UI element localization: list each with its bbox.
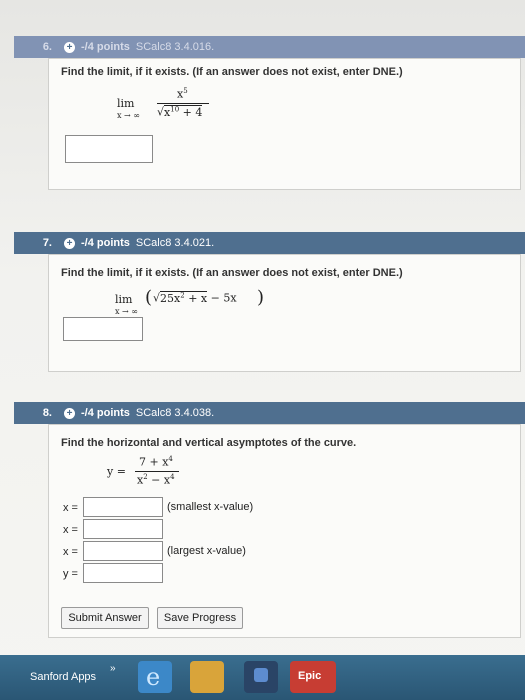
denominator: x2 − x4	[137, 473, 175, 487]
row-label: y =	[63, 568, 78, 580]
lim-label: lim	[115, 293, 133, 306]
question-code: SCalc8 3.4.016.	[135, 41, 215, 53]
fraction-bar	[157, 103, 209, 104]
expand-icon[interactable]: +	[64, 41, 75, 53]
epic-icon[interactable]: Epic	[290, 661, 336, 693]
question-6-header: 6. + -/4 points SCalc8 3.4.016.	[14, 36, 525, 58]
prompt-text: Find the limit, if it exists. (If an ans…	[61, 267, 403, 279]
radicand-exponent: 10	[170, 105, 180, 113]
sanford-apps-label[interactable]: Sanford Apps	[30, 671, 96, 683]
den-b-exponent: 4	[170, 473, 175, 481]
windows-taskbar: Sanford Apps » e Epic	[0, 655, 525, 700]
answer-input[interactable]	[65, 135, 153, 163]
question-prompt: Find the limit, if it exists. (If an ans…	[61, 66, 403, 78]
question-number: 7.	[42, 237, 52, 249]
right-paren-icon: )	[257, 287, 265, 308]
curve-equation: y = 7 + x4 x2 − x4	[107, 455, 197, 489]
expand-icon[interactable]: +	[64, 407, 75, 419]
term-a: 25x	[160, 291, 181, 305]
question-prompt: Find the limit, if it exists. (If an ans…	[61, 267, 403, 279]
points-label: -/4 points	[81, 41, 130, 53]
numerator: 7 + x4	[139, 455, 173, 469]
row-note: (largest x-value)	[167, 545, 246, 557]
row-label: x =	[63, 546, 78, 558]
ie-icon[interactable]: e	[138, 661, 172, 693]
points-label: -/4 points	[81, 407, 130, 419]
numerator-base: 7 + x	[139, 455, 169, 469]
save-progress-button[interactable]: Save Progress	[157, 607, 243, 629]
question-code: SCalc8 3.4.021.	[135, 237, 215, 249]
radical-expression: √25x2 + x − 5x	[153, 290, 237, 305]
lim-subscript: x → ∞	[115, 307, 138, 316]
left-paren-icon: (	[145, 287, 153, 308]
question-number: 6.	[42, 41, 52, 53]
lim-subscript: x → ∞	[117, 111, 140, 120]
points-label: -/4 points	[81, 237, 130, 249]
y-asymptote-input[interactable]	[83, 563, 163, 583]
term-c: − 5x	[210, 291, 237, 305]
radicand-rest: + 4	[182, 105, 203, 119]
homework-page: 6. + -/4 points SCalc8 3.4.016. Find the…	[0, 0, 525, 700]
limit-expression: lim x → ∞ x5 √x10 + 4	[117, 87, 217, 127]
file-explorer-icon[interactable]	[190, 661, 224, 693]
den-b: − x	[147, 473, 171, 487]
prompt-text: Find the horizontal and vertical asympto…	[61, 437, 357, 449]
numerator-exponent: 4	[168, 455, 173, 463]
question-8-header: 8. + -/4 points SCalc8 3.4.038.	[14, 402, 525, 424]
lim-label: lim	[117, 97, 135, 110]
epic-label: Epic	[298, 670, 322, 682]
numerator: x5	[177, 87, 188, 101]
row-note: (smallest x-value)	[167, 501, 254, 513]
smallest-x-input[interactable]	[83, 497, 163, 517]
numerator-exponent: 5	[183, 87, 188, 95]
row-label: x =	[63, 524, 78, 536]
submit-answer-button[interactable]: Submit Answer	[61, 607, 149, 629]
question-number: 8.	[42, 407, 52, 419]
term-b: + x	[188, 291, 208, 305]
denominator: √x10 + 4	[157, 104, 203, 119]
question-6-body: Find the limit, if it exists. (If an ans…	[48, 58, 521, 190]
question-7-body: Find the limit, if it exists. (If an ans…	[48, 254, 521, 372]
fraction-bar	[135, 471, 179, 472]
y-equals: y =	[107, 465, 126, 478]
middle-x-input[interactable]	[83, 519, 163, 539]
media-player-icon[interactable]	[244, 661, 278, 693]
largest-x-input[interactable]	[83, 541, 163, 561]
row-label: x =	[63, 502, 78, 514]
question-7-header: 7. + -/4 points SCalc8 3.4.021.	[14, 232, 525, 254]
prompt-text: Find the limit, if it exists. (If an ans…	[61, 66, 403, 78]
term-a-exponent: 2	[180, 291, 185, 299]
chevron-icon[interactable]: »	[110, 663, 116, 674]
question-prompt: Find the horizontal and vertical asympto…	[61, 437, 356, 449]
question-code: SCalc8 3.4.038.	[135, 407, 215, 419]
question-8-body: Find the horizontal and vertical asympto…	[48, 424, 521, 638]
expand-icon[interactable]: +	[64, 237, 75, 249]
answer-input[interactable]	[63, 317, 143, 341]
